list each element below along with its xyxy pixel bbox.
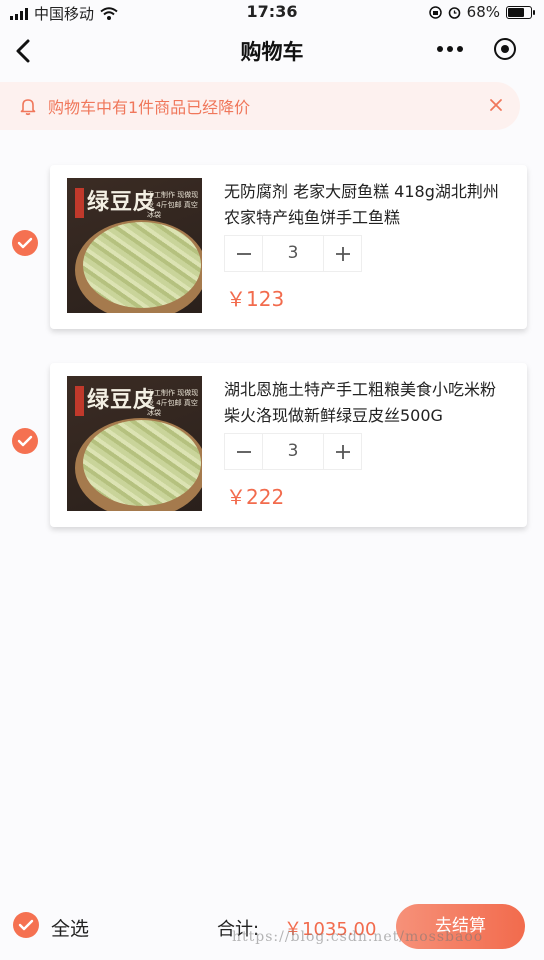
watermark: https://blog.csdn.net/mossbaoo [232, 929, 484, 945]
quantity-stepper: 3 [224, 235, 362, 272]
checkmark-icon [17, 435, 33, 447]
battery-icon [506, 5, 535, 19]
checkmark-icon [17, 237, 33, 249]
item-card: 绿豆皮 手工制作 现做现发 4斤包邮 真空冰袋 无防腐剂 老家大厨鱼糕 418g… [50, 165, 527, 329]
decrease-button[interactable] [225, 434, 263, 469]
status-right: 68% [428, 3, 535, 21]
alarm-icon [448, 6, 460, 19]
notice-text: 购物车中有1件商品已经降价 [48, 98, 251, 117]
close-icon[interactable] [488, 97, 504, 113]
status-bar: 中国移动 17:36 68% [0, 0, 544, 24]
image-subtitle: 手工制作 现做现发 4斤包邮 真空冰袋 [147, 389, 199, 417]
quantity-value[interactable]: 3 [263, 236, 323, 271]
product-title[interactable]: 湖北恩施土特产手工粗粮美食小吃米粉柴火洛现做新鲜绿豆皮丝500G [224, 377, 509, 429]
cart-item: 绿豆皮 手工制作 现做现发 4斤包邮 真空冰袋 湖北恩施土特产手工粗粮美食小吃米… [0, 363, 544, 529]
plus-icon [335, 444, 350, 459]
select-all-label[interactable]: 全选 [51, 914, 89, 941]
product-price: ￥123 [226, 287, 285, 311]
item-card: 绿豆皮 手工制作 现做现发 4斤包邮 真空冰袋 湖北恩施土特产手工粗粮美食小吃米… [50, 363, 527, 527]
bell-icon [20, 99, 36, 116]
checkmark-icon [18, 919, 34, 931]
nav-bar: 购物车 [0, 24, 544, 78]
product-price: ￥222 [226, 485, 285, 509]
select-all-checkbox-icon[interactable] [13, 912, 39, 938]
minus-icon [236, 450, 251, 453]
plus-icon [335, 246, 350, 261]
price-drop-notice: 购物车中有1件商品已经降价 [0, 82, 520, 130]
rotation-lock-icon [428, 5, 442, 19]
product-image[interactable]: 绿豆皮 手工制作 现做现发 4斤包邮 真空冰袋 [67, 376, 202, 511]
more-menu-icon[interactable] [437, 46, 463, 52]
decrease-button[interactable] [225, 236, 263, 271]
quantity-stepper: 3 [224, 433, 362, 470]
close-miniprogram-icon[interactable] [494, 38, 516, 60]
increase-button[interactable] [323, 236, 361, 271]
increase-button[interactable] [323, 434, 361, 469]
battery-percent: 68% [466, 3, 500, 21]
checkout-bar: 全选 合计: ￥1035.00 去结算 [0, 896, 544, 960]
product-title[interactable]: 无防腐剂 老家大厨鱼糕 418g湖北荆州农家特产纯鱼饼手工鱼糕 [224, 179, 509, 231]
minus-icon [236, 252, 251, 255]
image-subtitle: 手工制作 现做现发 4斤包邮 真空冰袋 [147, 191, 199, 219]
product-image[interactable]: 绿豆皮 手工制作 现做现发 4斤包邮 真空冰袋 [67, 178, 202, 313]
image-title: 绿豆皮 [87, 387, 157, 413]
image-title: 绿豆皮 [87, 189, 157, 215]
quantity-value[interactable]: 3 [263, 434, 323, 469]
item-checkbox-checked-icon[interactable] [12, 230, 38, 256]
item-checkbox-checked-icon[interactable] [12, 428, 38, 454]
cart-item: 绿豆皮 手工制作 现做现发 4斤包邮 真空冰袋 无防腐剂 老家大厨鱼糕 418g… [0, 165, 544, 331]
